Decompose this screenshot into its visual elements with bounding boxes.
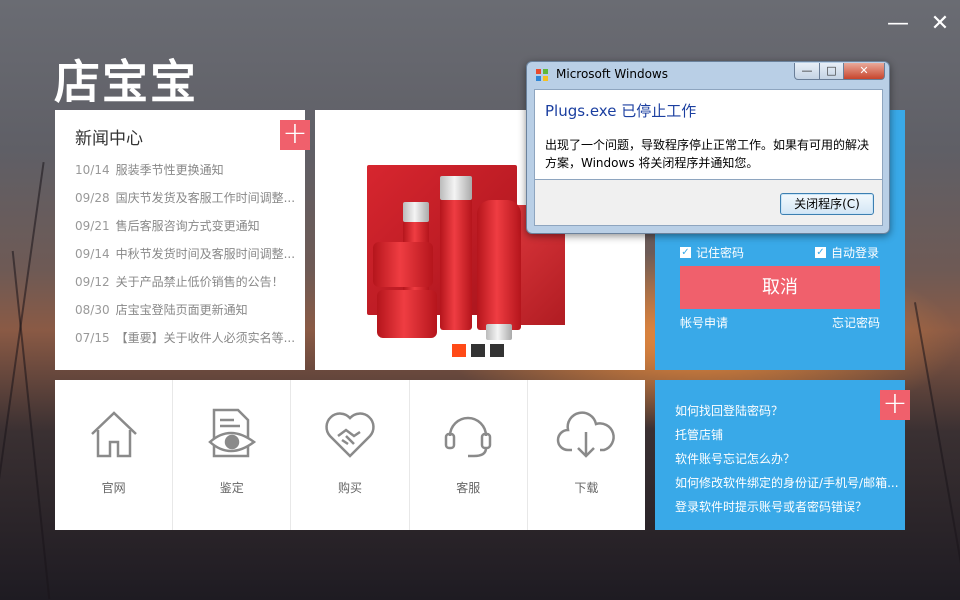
handshake-heart-icon	[325, 412, 375, 458]
cloud-download-icon	[557, 411, 616, 458]
dialog-titlebar[interactable]: Microsoft Windows — □ ✕	[527, 62, 889, 88]
close-button[interactable]: ✕	[925, 10, 955, 40]
checkbox-check-icon: ✓	[815, 247, 826, 258]
carousel-dots	[452, 344, 504, 357]
news-list: 10/14 服装季节性更换通知 09/28 国庆节发货及客服工作时间调整... 09…	[75, 160, 300, 356]
product-tube-image	[477, 200, 521, 330]
news-text: 售后客服咨询方式变更通知	[115, 219, 260, 233]
faq-link[interactable]: 托管店铺	[675, 426, 901, 450]
tile-label: 购买	[338, 481, 363, 495]
news-date: 07/15	[75, 331, 110, 345]
news-date: 09/14	[75, 247, 110, 261]
product-cap-image	[440, 176, 472, 200]
news-title: 新闻中心	[75, 129, 143, 149]
faq-link[interactable]: 如何找回登陆密码？	[675, 402, 901, 426]
tile-label: 下载	[574, 481, 599, 495]
remember-password-label: 记住密码	[696, 246, 745, 260]
app-logo: 店宝宝	[54, 55, 198, 109]
news-item[interactable]: 08/30 店宝宝登陆页面更新通知	[75, 300, 300, 328]
news-date: 08/30	[75, 303, 110, 317]
eye-document-icon	[207, 408, 256, 458]
news-text: 【重要】关于收件人必须实名等...	[115, 331, 296, 345]
product-bottle-image	[440, 195, 472, 330]
news-item[interactable]: 09/28 国庆节发货及客服工作时间调整...	[75, 188, 300, 216]
windows-app-icon	[536, 69, 548, 81]
dialog-close-button[interactable]: ✕	[843, 63, 885, 80]
faq-link[interactable]: 登录软件时提示账号或者密码错误？	[675, 498, 901, 522]
product-jar-image	[377, 290, 437, 338]
news-date: 09/21	[75, 219, 110, 233]
news-item[interactable]: 07/15 【重要】关于收件人必须实名等...	[75, 328, 300, 356]
checkbox-check-icon: ✓	[680, 247, 691, 258]
dialog-footer: 关闭程序(C)	[534, 180, 883, 226]
tile-buy[interactable]: 购买	[291, 380, 410, 530]
news-item[interactable]: 10/14 服装季节性更换通知	[75, 160, 300, 188]
faq-panel: + 如何找回登陆密码？ 托管店铺 软件账号忘记怎么办？ 如何修改软件绑定的身份证…	[655, 380, 910, 530]
dialog-minimize-button[interactable]: —	[794, 63, 820, 80]
news-item[interactable]: 09/21 售后客服咨询方式变更通知	[75, 216, 300, 244]
headset-icon	[444, 416, 492, 458]
dialog-message: 出现了一个问题，导致程序停止正常工作。如果有可用的解决方案，Windows 将关…	[545, 138, 870, 170]
news-item[interactable]: 09/14 中秋节发货时间及客服时间调整...	[75, 244, 300, 272]
dialog-title: Microsoft Windows	[556, 67, 668, 81]
news-text: 关于产品禁止低价销售的公告！	[115, 275, 284, 289]
tile-identify[interactable]: 鉴定	[173, 380, 292, 530]
dialog-body: Plugs.exe 已停止工作 出现了一个问题，导致程序停止正常工作。如果有可用…	[534, 89, 883, 180]
news-date: 10/14	[75, 163, 110, 177]
news-item[interactable]: 09/12 关于产品禁止低价销售的公告！	[75, 272, 300, 300]
auto-login-checkbox[interactable]: ✓ 自动登录	[815, 244, 879, 261]
quick-links: 官网 鉴定 购买 客服 下载	[55, 380, 645, 530]
news-text: 中秋节发货时间及客服时间调整...	[115, 247, 296, 261]
product-cap-image	[486, 324, 512, 340]
home-icon	[90, 411, 137, 458]
news-date: 09/12	[75, 275, 110, 289]
register-link[interactable]: 帐号申请	[680, 314, 728, 331]
faq-list: 如何找回登陆密码？ 托管店铺 软件账号忘记怎么办？ 如何修改软件绑定的身份证/手…	[675, 402, 901, 522]
carousel-dot[interactable]	[471, 344, 485, 357]
news-text: 国庆节发货及客服工作时间调整...	[115, 191, 296, 205]
news-panel: 新闻中心 + 10/14 服装季节性更换通知 09/28 国庆节发货及客服工作时间调…	[55, 110, 310, 370]
close-program-button[interactable]: 关闭程序(C)	[780, 193, 874, 215]
cancel-button[interactable]: 取消	[680, 266, 880, 309]
tile-download[interactable]: 下载	[528, 380, 645, 530]
product-cap-image	[403, 202, 429, 222]
faq-link[interactable]: 软件账号忘记怎么办？	[675, 450, 901, 474]
carousel-dot[interactable]	[490, 344, 504, 357]
minimize-button[interactable]: —	[883, 10, 913, 40]
tile-label: 鉴定	[219, 481, 244, 495]
tile-official-site[interactable]: 官网	[55, 380, 174, 530]
product-jar-image	[373, 242, 433, 287]
dialog-maximize-button[interactable]: □	[819, 63, 844, 80]
tile-service[interactable]: 客服	[410, 380, 528, 530]
faq-link[interactable]: 如何修改软件绑定的身份证/手机号/邮箱...	[675, 474, 901, 498]
news-more-button[interactable]: +	[280, 119, 310, 150]
tile-label: 客服	[456, 481, 481, 495]
news-date: 09/28	[75, 191, 110, 205]
error-dialog: Microsoft Windows — □ ✕ Plugs.exe 已停止工作 …	[526, 61, 890, 234]
tile-label: 官网	[101, 481, 126, 495]
forgot-password-link[interactable]: 忘记密码	[832, 314, 880, 331]
dialog-heading: Plugs.exe 已停止工作	[545, 102, 697, 120]
remember-password-checkbox[interactable]: ✓ 记住密码	[680, 244, 744, 261]
news-text: 店宝宝登陆页面更新通知	[115, 303, 248, 317]
news-text: 服装季节性更换通知	[115, 163, 224, 177]
auto-login-label: 自动登录	[831, 246, 880, 260]
carousel-dot[interactable]	[452, 344, 466, 357]
